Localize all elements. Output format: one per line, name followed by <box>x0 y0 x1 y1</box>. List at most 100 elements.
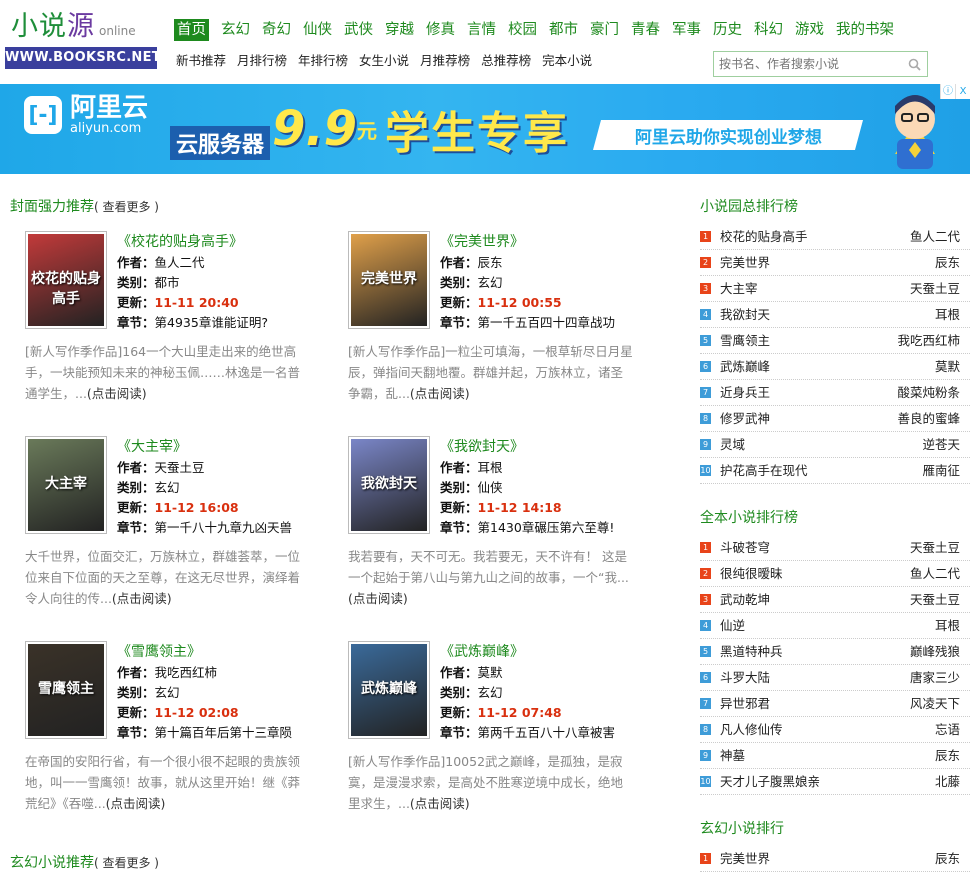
book-cover[interactable]: 雪鹰领主 <box>25 641 107 739</box>
rank-book-author[interactable]: 雁南征 <box>922 458 960 484</box>
search-icon[interactable] <box>902 52 926 76</box>
sub-nav-item[interactable]: 总推荐榜 <box>481 50 531 69</box>
rank-book-author[interactable]: 辰东 <box>935 743 960 769</box>
rank-book-name[interactable]: 天才儿子腹黑娘亲 <box>720 769 970 795</box>
rank-book-author[interactable]: 耳根 <box>935 613 960 639</box>
rank-book-author[interactable]: 辰东 <box>935 846 960 872</box>
read-link[interactable]: (点击阅读) <box>112 591 172 606</box>
xuanhuan-section-title: 玄幻小说推荐( 查看更多 ) <box>10 855 159 871</box>
nav-item[interactable]: 我的书架 <box>836 19 894 41</box>
book-author[interactable]: 辰东 <box>478 255 503 270</box>
nav-item[interactable]: 豪门 <box>590 19 619 41</box>
nav-item[interactable]: 科幻 <box>754 19 783 41</box>
book-description: 我若要有，天不可无。我若要无，天不许有！ 这是一个起始于第八山与第九山之间的故事… <box>348 549 629 606</box>
nav-item[interactable]: 军事 <box>672 19 701 41</box>
book-latest-chapter[interactable]: 第1430章碾压第六至尊! <box>478 520 615 535</box>
rank-book-name[interactable]: 完美世界 <box>720 250 970 276</box>
book-author[interactable]: 耳根 <box>478 460 503 475</box>
read-link[interactable]: (点击阅读) <box>410 386 470 401</box>
book-author[interactable]: 我吃西红柿 <box>155 665 218 680</box>
ad-close-icon[interactable]: X <box>955 84 970 99</box>
rank-item: 2 完美世界 辰东 <box>700 250 970 276</box>
nav-item[interactable]: 首页 <box>174 19 209 41</box>
book-title[interactable]: 《校花的贴身高手》 <box>117 231 268 253</box>
rank-book-author[interactable]: 逆苍天 <box>922 432 960 458</box>
nav-item[interactable]: 言情 <box>467 19 496 41</box>
rank-book-author[interactable]: 我吃西红柿 <box>897 328 960 354</box>
rank-book-author[interactable]: 唐家三少 <box>910 665 960 691</box>
rank-book-author[interactable]: 天蚕土豆 <box>910 276 960 302</box>
book-author[interactable]: 鱼人二代 <box>155 255 205 270</box>
book-title[interactable]: 《雪鹰领主》 <box>117 641 292 663</box>
rank-book-author[interactable]: 忘语 <box>935 717 960 743</box>
rank-title: 小说园总排行榜 <box>700 199 798 215</box>
rank-number: 7 <box>700 387 711 398</box>
rank-book-author[interactable]: 善良的蜜蜂 <box>897 406 960 432</box>
sub-nav-item[interactable]: 完本小说 <box>542 50 592 69</box>
rank-book-name[interactable]: 仙逆 <box>720 613 970 639</box>
book-author[interactable]: 莫默 <box>478 665 503 680</box>
xuanhuan-more-link[interactable]: ( 查看更多 ) <box>94 856 159 870</box>
rank-book-author[interactable]: 风凌天下 <box>910 691 960 717</box>
book-cover[interactable]: 武炼巅峰 <box>348 641 430 739</box>
nav-item[interactable]: 历史 <box>713 19 742 41</box>
nav-item[interactable]: 玄幻 <box>221 19 250 41</box>
read-link[interactable]: (点击阅读) <box>106 796 166 811</box>
nav-item[interactable]: 游戏 <box>795 19 824 41</box>
rank-book-author[interactable]: 莫默 <box>935 354 960 380</box>
sub-nav-item[interactable]: 月推荐榜 <box>420 50 470 69</box>
rank-list: 玄幻小说排行 1 完美世界 辰东 <box>700 818 970 872</box>
read-link[interactable]: (点击阅读) <box>87 386 147 401</box>
book-cover[interactable]: 大主宰 <box>25 436 107 534</box>
nav-item[interactable]: 校园 <box>508 19 537 41</box>
rank-book-name[interactable]: 凡人修仙传 <box>720 717 970 743</box>
book-author[interactable]: 天蚕土豆 <box>155 460 205 475</box>
rank-book-name[interactable]: 武炼巅峰 <box>720 354 970 380</box>
nav-item[interactable]: 穿越 <box>385 19 414 41</box>
rank-book-author[interactable]: 耳根 <box>935 302 960 328</box>
rank-book-author[interactable]: 鱼人二代 <box>910 224 960 250</box>
rank-book-author[interactable]: 鱼人二代 <box>910 561 960 587</box>
rank-book-name[interactable]: 神墓 <box>720 743 970 769</box>
site-logo[interactable]: 小说源 online WWW.BOOKSRC.NET <box>5 10 161 70</box>
nav-item[interactable]: 都市 <box>549 19 578 41</box>
nav-item[interactable]: 仙侠 <box>303 19 332 41</box>
book-latest-chapter[interactable]: 第十篇百年后第十三章陨 <box>155 725 293 740</box>
book-cover[interactable]: 校花的贴身高手 <box>25 231 107 329</box>
book-title[interactable]: 《完美世界》 <box>440 231 615 253</box>
rank-book-author[interactable]: 天蚕土豆 <box>910 535 960 561</box>
nav-item[interactable]: 武侠 <box>344 19 373 41</box>
rank-book-name[interactable]: 完美世界 <box>720 846 970 872</box>
book-title[interactable]: 《我欲封天》 <box>440 436 614 458</box>
nav-item[interactable]: 青春 <box>631 19 660 41</box>
rank-book-author[interactable]: 北藤 <box>935 769 960 795</box>
rank-book-author[interactable]: 辰东 <box>935 250 960 276</box>
sub-nav-item[interactable]: 月排行榜 <box>237 50 287 69</box>
sub-nav-item[interactable]: 女生小说 <box>359 50 409 69</box>
book-cover[interactable]: 我欲封天 <box>348 436 430 534</box>
rank-number: 1 <box>700 231 711 242</box>
ad-banner[interactable]: [-] 阿里云 aliyun.com 云服务器 9.9 元 学生专享 阿里云助你… <box>0 84 970 174</box>
book-cover[interactable]: 完美世界 <box>348 231 430 329</box>
book-title[interactable]: 《大主宰》 <box>117 436 292 458</box>
rank-book-author[interactable]: 巅峰残狼 <box>910 639 960 665</box>
sub-nav-item[interactable]: 新书推荐 <box>176 50 226 69</box>
rank-book-author[interactable]: 天蚕土豆 <box>910 587 960 613</box>
book-latest-chapter[interactable]: 第两千五百八十八章被害 <box>478 725 616 740</box>
nav-item[interactable]: 修真 <box>426 19 455 41</box>
read-link[interactable]: (点击阅读) <box>410 796 470 811</box>
book-latest-chapter[interactable]: 第一千五百四十四章战功 <box>478 315 616 330</box>
read-link[interactable]: (点击阅读) <box>348 591 408 606</box>
sub-nav-item[interactable]: 年排行榜 <box>298 50 348 69</box>
book-title[interactable]: 《武炼巅峰》 <box>440 641 615 663</box>
rank-book-name[interactable]: 我欲封天 <box>720 302 970 328</box>
rank-item: 3 武动乾坤 天蚕土豆 <box>700 587 970 613</box>
search-input[interactable] <box>714 53 902 75</box>
book-latest-chapter[interactable]: 第4935章谁能证明? <box>155 315 268 330</box>
nav-item[interactable]: 奇幻 <box>262 19 291 41</box>
rank-item: 4 我欲封天 耳根 <box>700 302 970 328</box>
rank-book-author[interactable]: 酸菜炖粉条 <box>897 380 960 406</box>
book-latest-chapter[interactable]: 第一千八十九章九凶天兽 <box>155 520 293 535</box>
ad-info-icon[interactable]: ⓘ <box>940 84 955 99</box>
featured-more-link[interactable]: ( 查看更多 ) <box>94 200 159 214</box>
